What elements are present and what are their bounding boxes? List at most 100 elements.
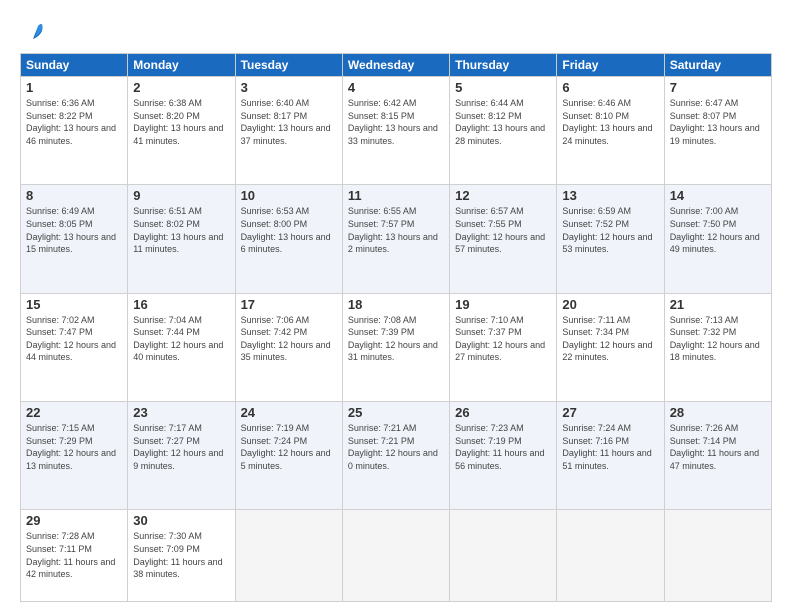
day-number: 16: [133, 297, 229, 312]
calendar-cell: 4 Sunrise: 6:42 AMSunset: 8:15 PMDayligh…: [342, 77, 449, 185]
calendar-cell: 5 Sunrise: 6:44 AMSunset: 8:12 PMDayligh…: [450, 77, 557, 185]
day-info: Sunrise: 6:47 AMSunset: 8:07 PMDaylight:…: [670, 97, 766, 147]
day-number: 25: [348, 405, 444, 420]
day-number: 19: [455, 297, 551, 312]
day-number: 20: [562, 297, 658, 312]
calendar-cell: 25 Sunrise: 7:21 AMSunset: 7:21 PMDaylig…: [342, 402, 449, 510]
day-number: 28: [670, 405, 766, 420]
calendar-cell: 22 Sunrise: 7:15 AMSunset: 7:29 PMDaylig…: [21, 402, 128, 510]
calendar-header-saturday: Saturday: [664, 54, 771, 77]
calendar-cell: 19 Sunrise: 7:10 AMSunset: 7:37 PMDaylig…: [450, 293, 557, 401]
calendar-header-sunday: Sunday: [21, 54, 128, 77]
day-info: Sunrise: 6:53 AMSunset: 8:00 PMDaylight:…: [241, 205, 337, 255]
day-info: Sunrise: 7:23 AMSunset: 7:19 PMDaylight:…: [455, 422, 551, 472]
day-number: 26: [455, 405, 551, 420]
calendar-cell: [342, 510, 449, 602]
day-number: 8: [26, 188, 122, 203]
calendar-week-5: 29 Sunrise: 7:28 AMSunset: 7:11 PMDaylig…: [21, 510, 772, 602]
day-info: Sunrise: 7:26 AMSunset: 7:14 PMDaylight:…: [670, 422, 766, 472]
day-number: 22: [26, 405, 122, 420]
day-info: Sunrise: 7:15 AMSunset: 7:29 PMDaylight:…: [26, 422, 122, 472]
calendar-week-4: 22 Sunrise: 7:15 AMSunset: 7:29 PMDaylig…: [21, 402, 772, 510]
calendar-cell: 17 Sunrise: 7:06 AMSunset: 7:42 PMDaylig…: [235, 293, 342, 401]
calendar-cell: 24 Sunrise: 7:19 AMSunset: 7:24 PMDaylig…: [235, 402, 342, 510]
day-info: Sunrise: 7:11 AMSunset: 7:34 PMDaylight:…: [562, 314, 658, 364]
day-info: Sunrise: 6:59 AMSunset: 7:52 PMDaylight:…: [562, 205, 658, 255]
day-info: Sunrise: 7:17 AMSunset: 7:27 PMDaylight:…: [133, 422, 229, 472]
day-number: 29: [26, 513, 122, 528]
calendar-cell: [664, 510, 771, 602]
calendar-table: SundayMondayTuesdayWednesdayThursdayFrid…: [20, 53, 772, 602]
calendar-header-row: SundayMondayTuesdayWednesdayThursdayFrid…: [21, 54, 772, 77]
day-number: 15: [26, 297, 122, 312]
calendar-cell: [450, 510, 557, 602]
calendar-week-3: 15 Sunrise: 7:02 AMSunset: 7:47 PMDaylig…: [21, 293, 772, 401]
day-number: 12: [455, 188, 551, 203]
day-info: Sunrise: 7:21 AMSunset: 7:21 PMDaylight:…: [348, 422, 444, 472]
calendar-cell: 23 Sunrise: 7:17 AMSunset: 7:27 PMDaylig…: [128, 402, 235, 510]
day-info: Sunrise: 6:46 AMSunset: 8:10 PMDaylight:…: [562, 97, 658, 147]
day-info: Sunrise: 7:30 AMSunset: 7:09 PMDaylight:…: [133, 530, 229, 580]
calendar-cell: 7 Sunrise: 6:47 AMSunset: 8:07 PMDayligh…: [664, 77, 771, 185]
day-number: 13: [562, 188, 658, 203]
calendar-week-1: 1 Sunrise: 6:36 AMSunset: 8:22 PMDayligh…: [21, 77, 772, 185]
day-info: Sunrise: 7:04 AMSunset: 7:44 PMDaylight:…: [133, 314, 229, 364]
calendar-cell: 8 Sunrise: 6:49 AMSunset: 8:05 PMDayligh…: [21, 185, 128, 293]
calendar-header-friday: Friday: [557, 54, 664, 77]
calendar-cell: 3 Sunrise: 6:40 AMSunset: 8:17 PMDayligh…: [235, 77, 342, 185]
day-number: 7: [670, 80, 766, 95]
calendar-cell: 21 Sunrise: 7:13 AMSunset: 7:32 PMDaylig…: [664, 293, 771, 401]
day-info: Sunrise: 7:13 AMSunset: 7:32 PMDaylight:…: [670, 314, 766, 364]
day-info: Sunrise: 6:38 AMSunset: 8:20 PMDaylight:…: [133, 97, 229, 147]
day-info: Sunrise: 6:51 AMSunset: 8:02 PMDaylight:…: [133, 205, 229, 255]
calendar-header-thursday: Thursday: [450, 54, 557, 77]
calendar-body: 1 Sunrise: 6:36 AMSunset: 8:22 PMDayligh…: [21, 77, 772, 602]
calendar-header-tuesday: Tuesday: [235, 54, 342, 77]
day-info: Sunrise: 7:06 AMSunset: 7:42 PMDaylight:…: [241, 314, 337, 364]
calendar-cell: 9 Sunrise: 6:51 AMSunset: 8:02 PMDayligh…: [128, 185, 235, 293]
calendar-cell: 30 Sunrise: 7:30 AMSunset: 7:09 PMDaylig…: [128, 510, 235, 602]
day-number: 9: [133, 188, 229, 203]
day-info: Sunrise: 6:40 AMSunset: 8:17 PMDaylight:…: [241, 97, 337, 147]
day-info: Sunrise: 6:36 AMSunset: 8:22 PMDaylight:…: [26, 97, 122, 147]
calendar-cell: 11 Sunrise: 6:55 AMSunset: 7:57 PMDaylig…: [342, 185, 449, 293]
calendar-header-monday: Monday: [128, 54, 235, 77]
day-number: 4: [348, 80, 444, 95]
day-number: 18: [348, 297, 444, 312]
day-info: Sunrise: 6:49 AMSunset: 8:05 PMDaylight:…: [26, 205, 122, 255]
calendar-cell: 10 Sunrise: 6:53 AMSunset: 8:00 PMDaylig…: [235, 185, 342, 293]
day-number: 6: [562, 80, 658, 95]
calendar-cell: 18 Sunrise: 7:08 AMSunset: 7:39 PMDaylig…: [342, 293, 449, 401]
calendar-cell: 28 Sunrise: 7:26 AMSunset: 7:14 PMDaylig…: [664, 402, 771, 510]
calendar-cell: 20 Sunrise: 7:11 AMSunset: 7:34 PMDaylig…: [557, 293, 664, 401]
day-number: 3: [241, 80, 337, 95]
day-info: Sunrise: 7:00 AMSunset: 7:50 PMDaylight:…: [670, 205, 766, 255]
day-info: Sunrise: 6:55 AMSunset: 7:57 PMDaylight:…: [348, 205, 444, 255]
logo-icon: [22, 20, 44, 42]
calendar-cell: 1 Sunrise: 6:36 AMSunset: 8:22 PMDayligh…: [21, 77, 128, 185]
calendar-header-wednesday: Wednesday: [342, 54, 449, 77]
day-info: Sunrise: 7:19 AMSunset: 7:24 PMDaylight:…: [241, 422, 337, 472]
day-info: Sunrise: 7:10 AMSunset: 7:37 PMDaylight:…: [455, 314, 551, 364]
calendar-cell: [235, 510, 342, 602]
day-number: 11: [348, 188, 444, 203]
calendar-week-2: 8 Sunrise: 6:49 AMSunset: 8:05 PMDayligh…: [21, 185, 772, 293]
day-number: 27: [562, 405, 658, 420]
logo: [20, 20, 44, 47]
day-number: 5: [455, 80, 551, 95]
calendar-cell: [557, 510, 664, 602]
day-info: Sunrise: 6:42 AMSunset: 8:15 PMDaylight:…: [348, 97, 444, 147]
calendar-cell: 13 Sunrise: 6:59 AMSunset: 7:52 PMDaylig…: [557, 185, 664, 293]
day-number: 1: [26, 80, 122, 95]
calendar-cell: 16 Sunrise: 7:04 AMSunset: 7:44 PMDaylig…: [128, 293, 235, 401]
day-info: Sunrise: 6:44 AMSunset: 8:12 PMDaylight:…: [455, 97, 551, 147]
calendar-cell: 6 Sunrise: 6:46 AMSunset: 8:10 PMDayligh…: [557, 77, 664, 185]
day-info: Sunrise: 7:02 AMSunset: 7:47 PMDaylight:…: [26, 314, 122, 364]
calendar-cell: 14 Sunrise: 7:00 AMSunset: 7:50 PMDaylig…: [664, 185, 771, 293]
calendar-cell: 26 Sunrise: 7:23 AMSunset: 7:19 PMDaylig…: [450, 402, 557, 510]
calendar-cell: 2 Sunrise: 6:38 AMSunset: 8:20 PMDayligh…: [128, 77, 235, 185]
day-number: 17: [241, 297, 337, 312]
day-info: Sunrise: 7:24 AMSunset: 7:16 PMDaylight:…: [562, 422, 658, 472]
calendar-cell: 12 Sunrise: 6:57 AMSunset: 7:55 PMDaylig…: [450, 185, 557, 293]
day-info: Sunrise: 7:08 AMSunset: 7:39 PMDaylight:…: [348, 314, 444, 364]
